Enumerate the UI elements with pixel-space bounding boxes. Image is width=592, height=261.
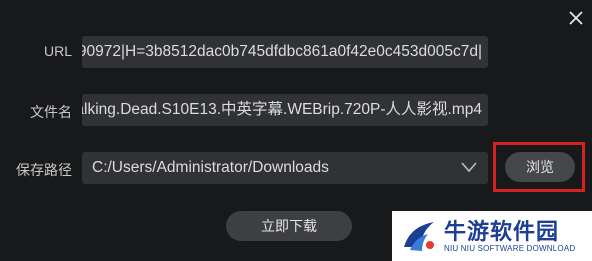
url-label: URL [43, 43, 72, 59]
save-path-label: 保存路径 [16, 162, 72, 178]
url-field[interactable]: 790972|H=3b8512dac0b745dfdbc861a0f42e0c4… [82, 36, 488, 68]
save-path-value: C:/Users/Administrator/Downloads [92, 159, 329, 176]
watermark-title: 牛游软件园 [444, 219, 560, 244]
filename-field[interactable]: .Walking.Dead.S10E13.中英字幕.WEBrip.720P-人人… [82, 94, 488, 126]
close-icon[interactable] [566, 8, 586, 28]
chevron-down-icon [461, 162, 477, 173]
niuyou-logo-icon [404, 222, 434, 251]
url-value: 790972|H=3b8512dac0b745dfdbc861a0f42e0c4… [82, 43, 482, 60]
download-now-button[interactable]: 立即下载 [226, 211, 352, 241]
save-path-select[interactable]: C:/Users/Administrator/Downloads [82, 152, 488, 184]
browse-button[interactable]: 浏览 [505, 152, 575, 182]
watermark: 牛游软件园 NIU NIU SOFTWARE DOWNLOAD [392, 211, 592, 261]
filename-label: 文件名 [30, 104, 72, 120]
filename-value: .Walking.Dead.S10E13.中英字幕.WEBrip.720P-人人… [82, 101, 482, 118]
download-dialog: URL 790972|H=3b8512dac0b745dfdbc861a0f42… [0, 0, 592, 261]
watermark-subtitle: NIU NIU SOFTWARE DOWNLOAD [444, 244, 576, 253]
